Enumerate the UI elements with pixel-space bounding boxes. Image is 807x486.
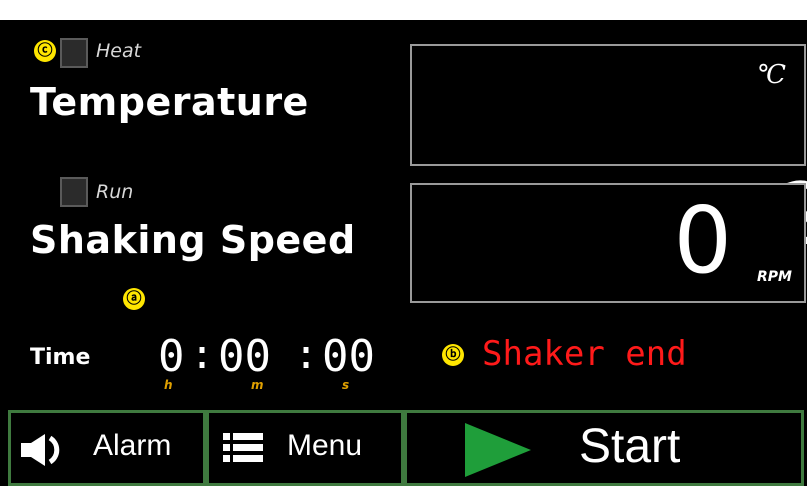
time-hours[interactable]: 0 bbox=[158, 332, 185, 382]
shaking-speed-display: 0 RPM bbox=[410, 183, 806, 303]
time-minutes-unit: m bbox=[251, 378, 264, 392]
start-button[interactable]: Start bbox=[404, 410, 804, 486]
top-margin bbox=[0, 0, 807, 20]
heat-checkbox-label: Heat bbox=[96, 40, 142, 62]
callout-marker-c: ⓒ bbox=[34, 40, 56, 62]
run-checkbox-label: Run bbox=[96, 181, 134, 203]
alarm-button[interactable]: Alarm bbox=[8, 410, 206, 486]
temperature-unit: ℃ bbox=[756, 60, 786, 90]
run-checkbox[interactable] bbox=[60, 177, 88, 207]
shaking-speed-unit: RPM bbox=[757, 269, 792, 285]
speaker-icon bbox=[21, 434, 60, 466]
heat-checkbox[interactable] bbox=[60, 38, 88, 68]
temperature-label: Temperature bbox=[30, 80, 309, 124]
menu-button-label: Menu bbox=[287, 429, 363, 462]
shaking-speed-label: Shaking Speed bbox=[30, 218, 356, 262]
time-separator-1: : bbox=[190, 332, 215, 378]
time-seconds[interactable]: 00 bbox=[322, 332, 375, 382]
shaking-speed-value: 0 bbox=[673, 187, 732, 294]
temperature-display: 26 . 6 ℃ bbox=[410, 44, 807, 265]
status-message: Shaker end bbox=[482, 334, 687, 374]
time-seconds-unit: s bbox=[342, 378, 350, 392]
play-icon bbox=[465, 423, 531, 477]
time-separator-2: : bbox=[294, 332, 319, 378]
list-icon bbox=[223, 433, 263, 462]
start-button-label: Start bbox=[579, 420, 681, 473]
callout-marker-a: ⓐ bbox=[123, 288, 145, 310]
menu-button[interactable]: Menu bbox=[206, 410, 404, 486]
time-hours-unit: h bbox=[164, 378, 173, 392]
callout-marker-b: ⓑ bbox=[442, 344, 464, 366]
alarm-button-label: Alarm bbox=[93, 429, 172, 462]
time-label: Time bbox=[30, 345, 91, 370]
shaker-control-screen: ⓒ Heat Temperature 26 . 6 ℃ Run Shaking … bbox=[0, 0, 807, 486]
time-minutes[interactable]: 00 bbox=[218, 332, 271, 382]
